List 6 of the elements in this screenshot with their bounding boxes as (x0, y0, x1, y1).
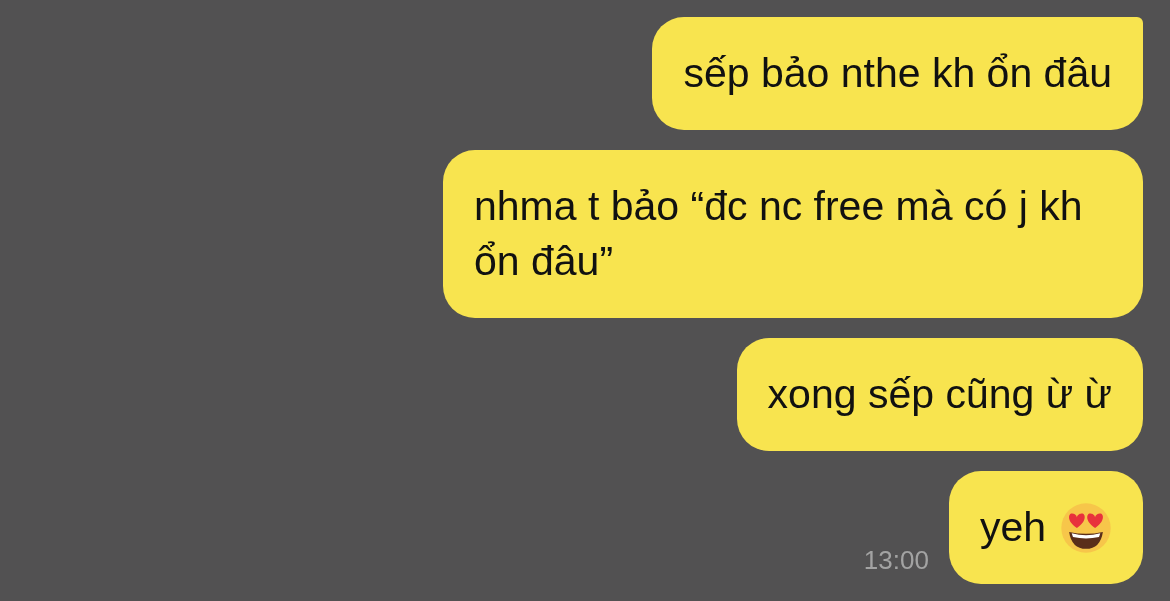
message-text: xong sếp cũng ừ ừ (767, 370, 1112, 419)
message-text: nhma t bảo “đc nc free mà có j kh ổn đâu” (474, 182, 1084, 286)
message-time: 13:00 (863, 545, 929, 576)
message-text: sếp bảo nthe kh ổn đâu (683, 49, 1112, 98)
message-text: yeh (979, 503, 1046, 552)
heart-eyes-emoji-icon (1060, 501, 1112, 554)
